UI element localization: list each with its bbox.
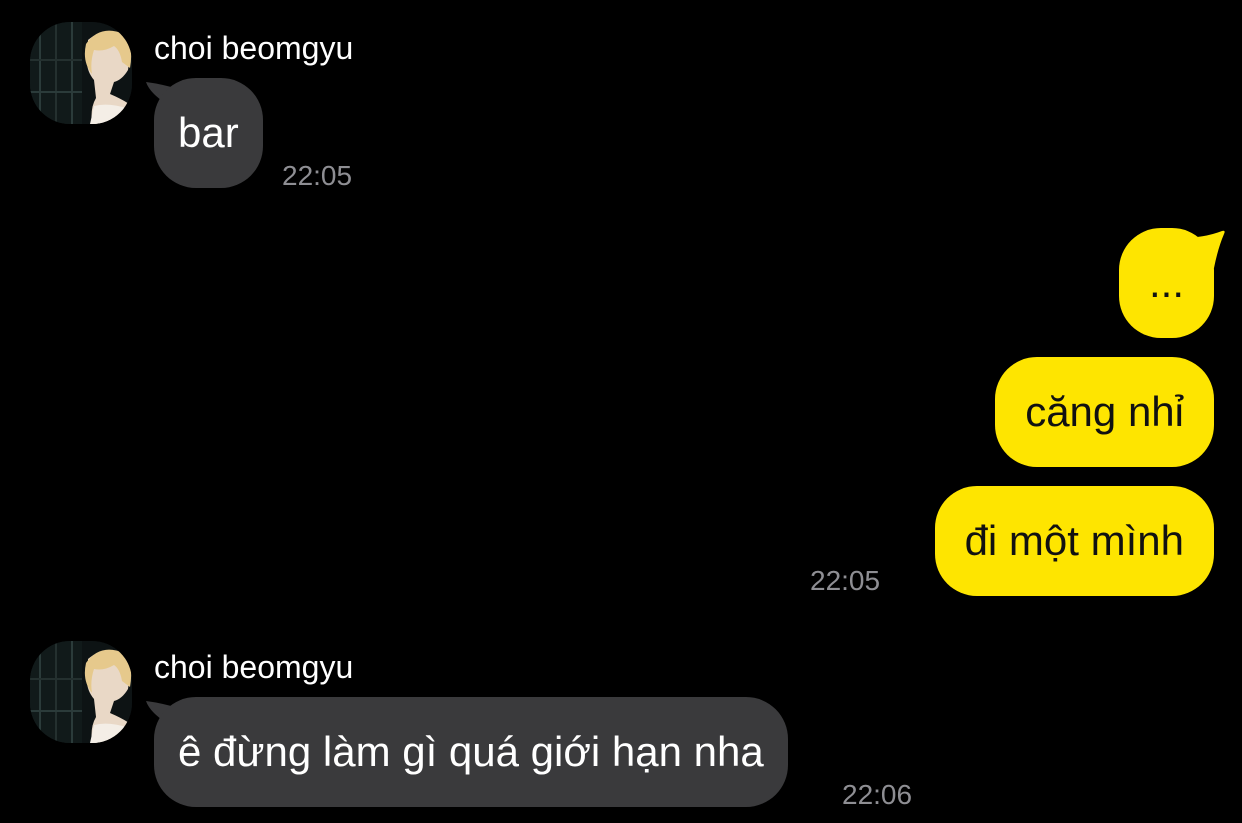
message-timestamp: 22:06 (842, 779, 913, 810)
profile-photo-avatar-icon (30, 641, 132, 743)
chat-thread: choi beomgyu bar 22:05 ... căng nhỉ đi m… (0, 0, 1242, 823)
profile-photo-avatar-icon (30, 22, 132, 124)
incoming-message-bubble[interactable]: bar (154, 78, 263, 188)
sender-name: choi beomgyu (154, 649, 354, 685)
message-timestamp: 22:05 (810, 565, 881, 596)
outgoing-message-bubble[interactable]: đi một mình (934, 486, 1214, 596)
incoming-message-bubble[interactable]: ê đừng làm gì quá giới hạn nha (154, 697, 788, 807)
outgoing-message-bubble[interactable]: ... (1118, 228, 1214, 338)
message-timestamp: 22:05 (282, 160, 353, 191)
outgoing-message-bubble[interactable]: căng nhỉ (995, 357, 1214, 467)
sender-name: choi beomgyu (154, 30, 354, 66)
sender-avatar[interactable] (30, 22, 132, 124)
sender-avatar[interactable] (30, 641, 132, 743)
